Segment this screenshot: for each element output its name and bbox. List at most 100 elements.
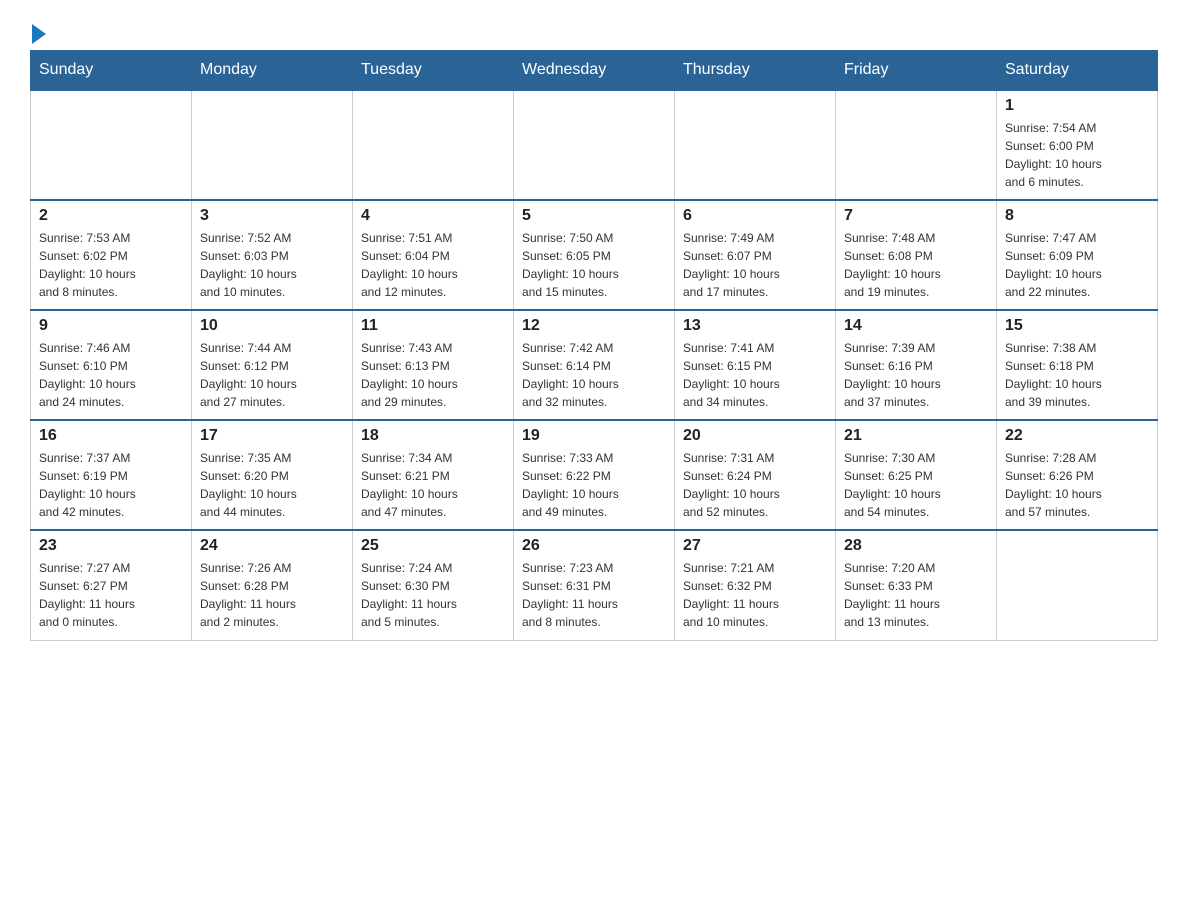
day-number: 26 <box>522 537 666 555</box>
day-number: 5 <box>522 207 666 225</box>
day-number: 25 <box>361 537 505 555</box>
calendar-day-cell: 13 Sunrise: 7:41 AM Sunset: 6:15 PM Dayli… <box>675 310 836 420</box>
day-info: Sunrise: 7:34 AM Sunset: 6:21 PM Dayligh… <box>361 449 505 521</box>
day-number: 8 <box>1005 207 1149 225</box>
day-info: Sunrise: 7:41 AM Sunset: 6:15 PM Dayligh… <box>683 339 827 411</box>
day-of-week-header: Tuesday <box>353 51 514 91</box>
day-of-week-header: Sunday <box>31 51 192 91</box>
day-info: Sunrise: 7:28 AM Sunset: 6:26 PM Dayligh… <box>1005 449 1149 521</box>
calendar-day-cell: 18 Sunrise: 7:34 AM Sunset: 6:21 PM Dayli… <box>353 420 514 530</box>
calendar-day-cell: 1 Sunrise: 7:54 AM Sunset: 6:00 PM Daylig… <box>997 90 1158 200</box>
calendar-day-cell <box>675 90 836 200</box>
calendar-day-cell: 14Sunrise: 7:39 AM Sunset: 6:16 PM Dayli… <box>836 310 997 420</box>
day-info: Sunrise: 7:42 AM Sunset: 6:14 PM Dayligh… <box>522 339 666 411</box>
calendar-day-cell: 25 Sunrise: 7:24 AM Sunset: 6:30 PM Dayli… <box>353 530 514 640</box>
day-info: Sunrise: 7:46 AM Sunset: 6:10 PM Dayligh… <box>39 339 183 411</box>
calendar-day-cell: 23 Sunrise: 7:27 AM Sunset: 6:27 PM Dayli… <box>31 530 192 640</box>
day-number: 20 <box>683 427 827 445</box>
calendar-header-row: SundayMondayTuesdayWednesdayThursdayFrid… <box>31 51 1158 91</box>
day-number: 27 <box>683 537 827 555</box>
day-number: 10 <box>200 317 344 335</box>
calendar-day-cell: 24 Sunrise: 7:26 AM Sunset: 6:28 PM Dayli… <box>192 530 353 640</box>
day-info: Sunrise: 7:35 AM Sunset: 6:20 PM Dayligh… <box>200 449 344 521</box>
day-number: 9 <box>39 317 183 335</box>
day-number: 28 <box>844 537 988 555</box>
day-info: Sunrise: 7:52 AM Sunset: 6:03 PM Dayligh… <box>200 229 344 301</box>
day-info: Sunrise: 7:26 AM Sunset: 6:28 PM Dayligh… <box>200 559 344 631</box>
calendar-day-cell: 8 Sunrise: 7:47 AM Sunset: 6:09 PM Daylig… <box>997 200 1158 310</box>
calendar-day-cell: 26 Sunrise: 7:23 AM Sunset: 6:31 PM Dayli… <box>514 530 675 640</box>
calendar-day-cell <box>997 530 1158 640</box>
day-number: 6 <box>683 207 827 225</box>
day-info: Sunrise: 7:43 AM Sunset: 6:13 PM Dayligh… <box>361 339 505 411</box>
day-info: Sunrise: 7:24 AM Sunset: 6:30 PM Dayligh… <box>361 559 505 631</box>
day-number: 17 <box>200 427 344 445</box>
calendar-day-cell: 16Sunrise: 7:37 AM Sunset: 6:19 PM Dayli… <box>31 420 192 530</box>
day-info: Sunrise: 7:20 AM Sunset: 6:33 PM Dayligh… <box>844 559 988 631</box>
day-number: 1 <box>1005 97 1149 115</box>
calendar-day-cell: 19Sunrise: 7:33 AM Sunset: 6:22 PM Dayli… <box>514 420 675 530</box>
calendar-day-cell: 9 Sunrise: 7:46 AM Sunset: 6:10 PM Daylig… <box>31 310 192 420</box>
calendar-day-cell <box>353 90 514 200</box>
day-info: Sunrise: 7:21 AM Sunset: 6:32 PM Dayligh… <box>683 559 827 631</box>
day-number: 24 <box>200 537 344 555</box>
calendar-day-cell: 7 Sunrise: 7:48 AM Sunset: 6:08 PM Daylig… <box>836 200 997 310</box>
day-of-week-header: Friday <box>836 51 997 91</box>
logo <box>30 20 46 40</box>
day-number: 4 <box>361 207 505 225</box>
day-number: 14 <box>844 317 988 335</box>
day-number: 21 <box>844 427 988 445</box>
day-info: Sunrise: 7:31 AM Sunset: 6:24 PM Dayligh… <box>683 449 827 521</box>
calendar-day-cell: 15 Sunrise: 7:38 AM Sunset: 6:18 PM Dayli… <box>997 310 1158 420</box>
day-number: 13 <box>683 317 827 335</box>
day-of-week-header: Wednesday <box>514 51 675 91</box>
calendar-day-cell: 28 Sunrise: 7:20 AM Sunset: 6:33 PM Dayli… <box>836 530 997 640</box>
day-of-week-header: Saturday <box>997 51 1158 91</box>
day-number: 18 <box>361 427 505 445</box>
day-info: Sunrise: 7:27 AM Sunset: 6:27 PM Dayligh… <box>39 559 183 631</box>
calendar-day-cell: 6 Sunrise: 7:49 AM Sunset: 6:07 PM Daylig… <box>675 200 836 310</box>
calendar-day-cell: 3 Sunrise: 7:52 AM Sunset: 6:03 PM Daylig… <box>192 200 353 310</box>
calendar-day-cell: 5 Sunrise: 7:50 AM Sunset: 6:05 PM Daylig… <box>514 200 675 310</box>
calendar-day-cell <box>514 90 675 200</box>
day-number: 3 <box>200 207 344 225</box>
calendar-week-row: 2 Sunrise: 7:53 AM Sunset: 6:02 PM Daylig… <box>31 200 1158 310</box>
calendar-day-cell: 22Sunrise: 7:28 AM Sunset: 6:26 PM Dayli… <box>997 420 1158 530</box>
day-number: 23 <box>39 537 183 555</box>
day-info: Sunrise: 7:53 AM Sunset: 6:02 PM Dayligh… <box>39 229 183 301</box>
calendar-day-cell: 2 Sunrise: 7:53 AM Sunset: 6:02 PM Daylig… <box>31 200 192 310</box>
calendar-week-row: 9 Sunrise: 7:46 AM Sunset: 6:10 PM Daylig… <box>31 310 1158 420</box>
day-info: Sunrise: 7:48 AM Sunset: 6:08 PM Dayligh… <box>844 229 988 301</box>
day-number: 2 <box>39 207 183 225</box>
calendar-week-row: 16Sunrise: 7:37 AM Sunset: 6:19 PM Dayli… <box>31 420 1158 530</box>
day-info: Sunrise: 7:49 AM Sunset: 6:07 PM Dayligh… <box>683 229 827 301</box>
day-info: Sunrise: 7:50 AM Sunset: 6:05 PM Dayligh… <box>522 229 666 301</box>
day-info: Sunrise: 7:33 AM Sunset: 6:22 PM Dayligh… <box>522 449 666 521</box>
day-info: Sunrise: 7:44 AM Sunset: 6:12 PM Dayligh… <box>200 339 344 411</box>
calendar-day-cell <box>836 90 997 200</box>
calendar-week-row: 1 Sunrise: 7:54 AM Sunset: 6:00 PM Daylig… <box>31 90 1158 200</box>
day-of-week-header: Monday <box>192 51 353 91</box>
day-info: Sunrise: 7:23 AM Sunset: 6:31 PM Dayligh… <box>522 559 666 631</box>
page-header <box>30 20 1158 40</box>
calendar-week-row: 23 Sunrise: 7:27 AM Sunset: 6:27 PM Dayli… <box>31 530 1158 640</box>
day-number: 15 <box>1005 317 1149 335</box>
day-number: 12 <box>522 317 666 335</box>
day-info: Sunrise: 7:54 AM Sunset: 6:00 PM Dayligh… <box>1005 119 1149 191</box>
day-info: Sunrise: 7:51 AM Sunset: 6:04 PM Dayligh… <box>361 229 505 301</box>
calendar-day-cell: 27 Sunrise: 7:21 AM Sunset: 6:32 PM Dayli… <box>675 530 836 640</box>
calendar-day-cell: 21 Sunrise: 7:30 AM Sunset: 6:25 PM Dayli… <box>836 420 997 530</box>
calendar-day-cell: 4 Sunrise: 7:51 AM Sunset: 6:04 PM Daylig… <box>353 200 514 310</box>
day-number: 16 <box>39 427 183 445</box>
calendar-day-cell: 20 Sunrise: 7:31 AM Sunset: 6:24 PM Dayli… <box>675 420 836 530</box>
day-of-week-header: Thursday <box>675 51 836 91</box>
calendar-day-cell <box>192 90 353 200</box>
day-info: Sunrise: 7:30 AM Sunset: 6:25 PM Dayligh… <box>844 449 988 521</box>
calendar-day-cell: 12 Sunrise: 7:42 AM Sunset: 6:14 PM Dayli… <box>514 310 675 420</box>
day-info: Sunrise: 7:47 AM Sunset: 6:09 PM Dayligh… <box>1005 229 1149 301</box>
day-number: 7 <box>844 207 988 225</box>
calendar-day-cell: 17 Sunrise: 7:35 AM Sunset: 6:20 PM Dayli… <box>192 420 353 530</box>
calendar-day-cell: 11 Sunrise: 7:43 AM Sunset: 6:13 PM Dayli… <box>353 310 514 420</box>
day-number: 11 <box>361 317 505 335</box>
day-info: Sunrise: 7:38 AM Sunset: 6:18 PM Dayligh… <box>1005 339 1149 411</box>
